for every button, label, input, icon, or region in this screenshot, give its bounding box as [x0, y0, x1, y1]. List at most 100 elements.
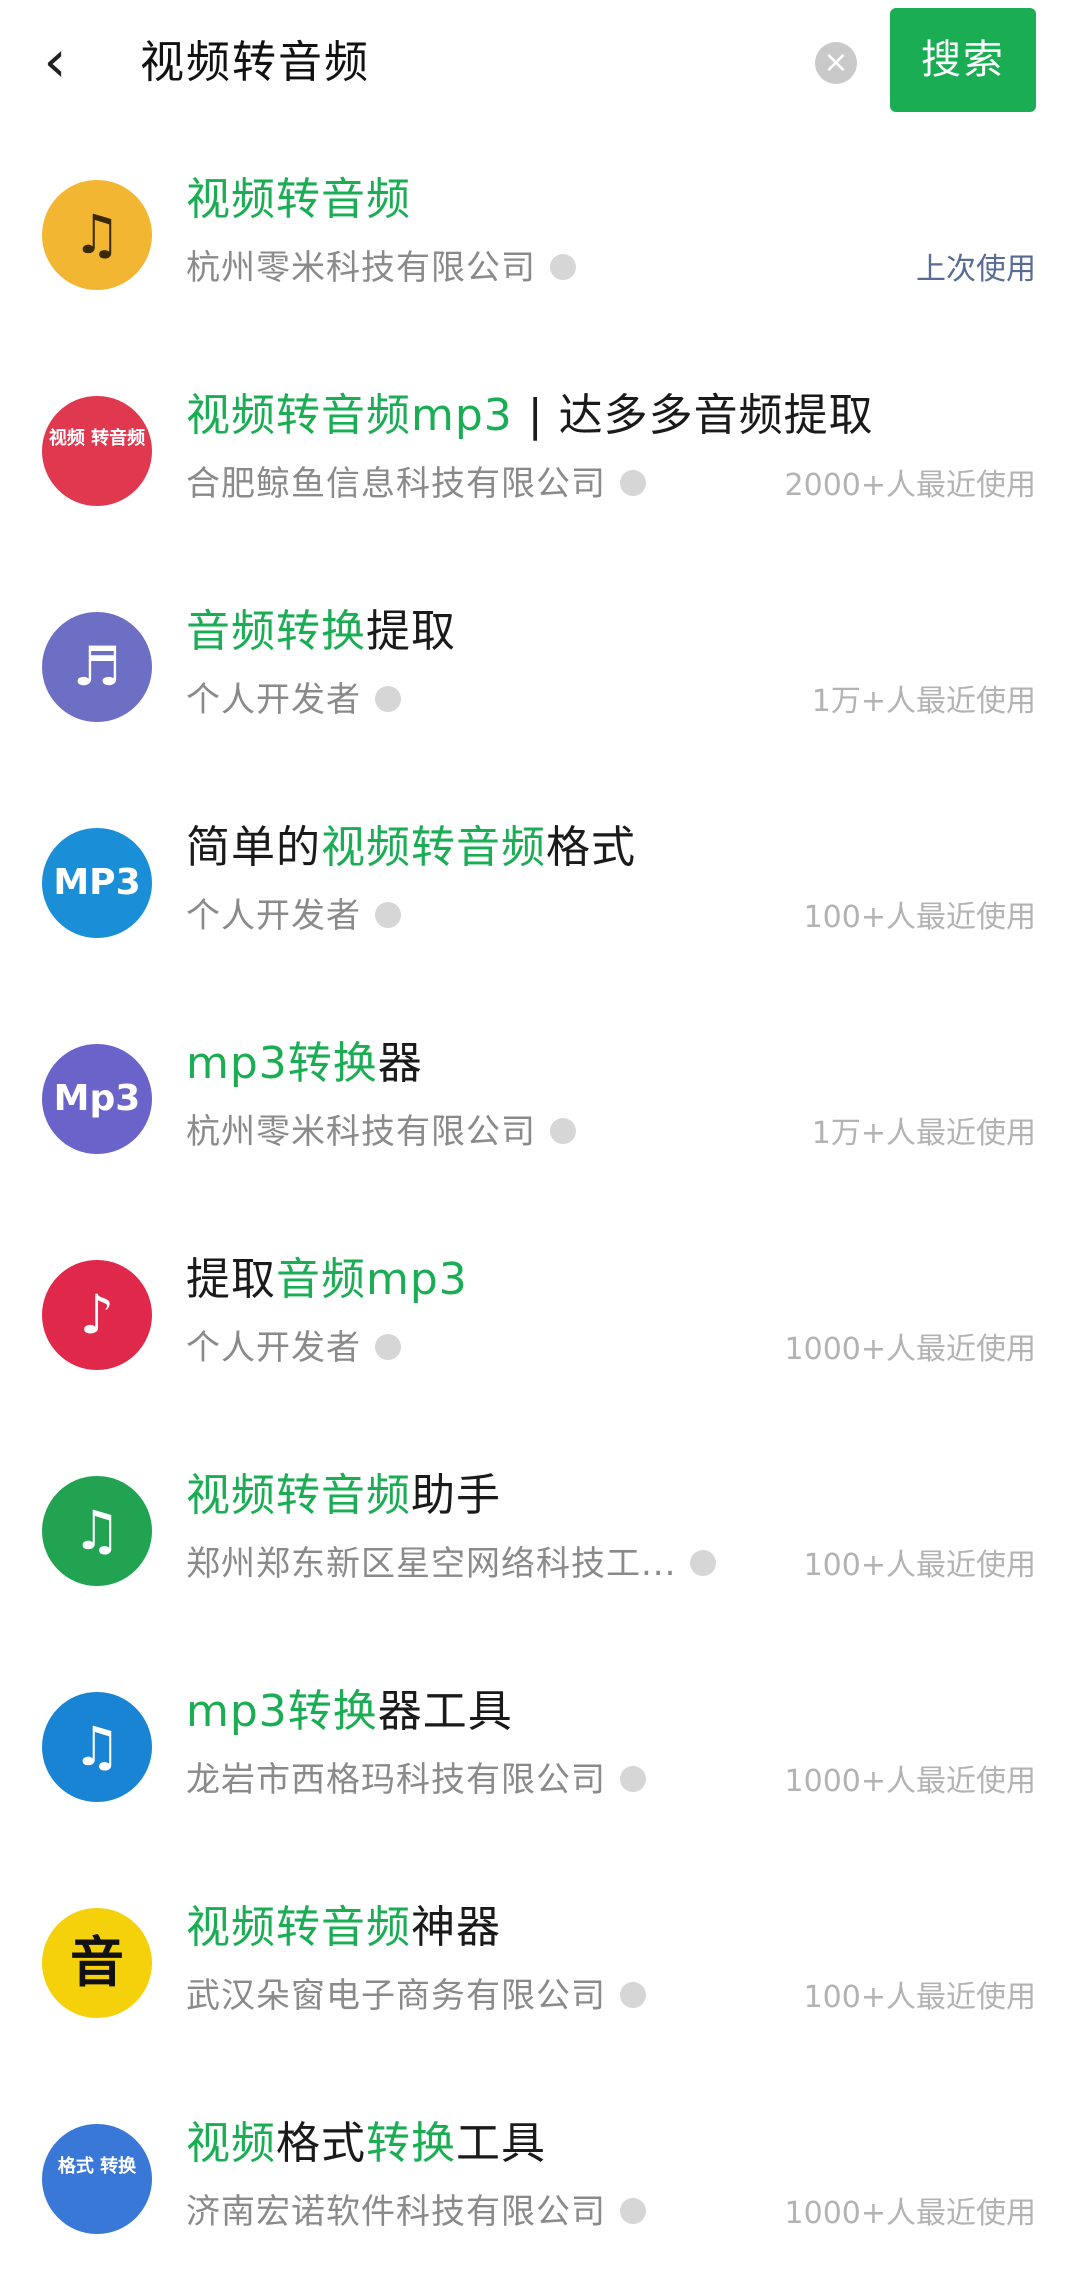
- list-item[interactable]: ♫ 视频转音频杭州零米科技有限公司 上次使用: [0, 124, 1080, 340]
- result-title: 视频转音频神器: [186, 1900, 501, 1956]
- result-title: 提取音频mp3: [186, 1252, 468, 1308]
- title-text: 格式: [546, 822, 636, 873]
- title-text: 助手: [411, 1470, 501, 1521]
- title-highlight: mp3: [186, 1686, 288, 1737]
- list-item[interactable]: ♫ mp3转换器工具龙岩市西格玛科技有限公司 1000+人最近使用: [0, 1636, 1080, 1852]
- usage-count: 100+人最近使用: [803, 900, 1036, 935]
- list-item[interactable]: MP3 简单的视频转音频格式 个人开发者 100+人最近使用: [0, 772, 1080, 988]
- developer-name: 个人开发者: [186, 1326, 401, 1370]
- usage-count: 1万+人最近使用: [811, 1116, 1036, 1151]
- usage-count: 1000+人最近使用: [784, 2196, 1036, 2231]
- title-highlight: 视频转音频: [186, 390, 411, 441]
- title-text: 简单的: [186, 822, 321, 873]
- developer-name: 龙岩市西格玛科技有限公司: [186, 1758, 646, 1802]
- developer-name: 济南宏诺软件科技有限公司: [186, 2190, 646, 2234]
- result-title: 音频转换提取: [186, 604, 456, 660]
- verified-icon: [375, 685, 401, 712]
- verified-icon: [620, 1981, 646, 2008]
- usage-count: 1000+人最近使用: [784, 1764, 1036, 1799]
- list-item[interactable]: ♬ 音频转换提取 个人开发者 1万+人最近使用: [0, 556, 1080, 772]
- company-label: 个人开发者: [186, 680, 361, 720]
- music-note-icon: ♬: [42, 612, 152, 722]
- title-highlight: 转换: [287, 1686, 378, 1737]
- result-title: 简单的视频转音频格式: [186, 820, 636, 876]
- title-text: 器工具: [377, 1686, 513, 1737]
- verified-icon: [375, 1333, 401, 1360]
- list-item[interactable]: 视频 转音频 视频转音频mp3 | 达多多音频提取合肥鲸鱼信息科技有限公司 2000…: [0, 340, 1080, 556]
- company-label: 合肥鲸鱼信息科技有限公司: [186, 464, 606, 504]
- company-label: 武汉朵窗电子商务有限公司: [186, 1976, 606, 2016]
- result-title: 视频转音频mp3 | 达多多音频提取: [186, 388, 874, 444]
- title-highlight: mp3: [186, 1038, 288, 1089]
- verified-icon: [690, 1549, 717, 1576]
- verified-icon: [550, 1117, 576, 1144]
- developer-name: 个人开发者: [186, 678, 401, 722]
- result-title: mp3转换器: [186, 1036, 423, 1092]
- title-text: | 达多多音频提取: [512, 390, 874, 441]
- title-highlight: 视频转音频: [321, 822, 546, 873]
- developer-name: 合肥鲸鱼信息科技有限公司: [186, 462, 646, 506]
- verified-icon: [550, 253, 576, 280]
- developer-name: 杭州零米科技有限公司: [186, 246, 576, 290]
- title-highlight: 视频转音频: [186, 1470, 411, 1521]
- developer-name: 杭州零米科技有限公司: [186, 1110, 576, 1154]
- icon-glyph: 格式 转换: [57, 2156, 137, 2177]
- results-list: ♫ 视频转音频 杭州零米科技有限公司 上次使用 视频 转音频 视频转音频mp3 | 达多多…: [0, 124, 1080, 2284]
- result-title: 视频转音频: [186, 172, 411, 228]
- list-item[interactable]: ♪ 提取音频mp3 个人开发者 1000+人最近使用: [0, 1204, 1080, 1420]
- usage-count: 2000+人最近使用: [784, 468, 1036, 503]
- title-highlight: 音频转换: [186, 606, 366, 657]
- icon-glyph: 视频 转音频: [48, 428, 146, 449]
- search-button[interactable]: 搜索: [890, 8, 1036, 112]
- app-logo-icon: 视频 转音频: [42, 396, 152, 506]
- music-note-icon: ♪: [42, 1260, 152, 1370]
- company-label: 杭州零米科技有限公司: [186, 1112, 536, 1152]
- music-disc-icon: ♫: [42, 1692, 152, 1802]
- verified-icon: [620, 1765, 646, 1792]
- usage-count: 1000+人最近使用: [784, 1332, 1036, 1367]
- back-arrow-icon[interactable]: ‹: [30, 28, 80, 94]
- list-item[interactable]: 格式 转换 视频格式转换工具济南宏诺软件科技有限公司 1000+人最近使用: [0, 2068, 1080, 2284]
- company-label: 个人开发者: [186, 1328, 361, 1368]
- icon-glyph: 音: [70, 1931, 124, 1994]
- icon-glyph: Mp3: [53, 1078, 141, 1119]
- title-text: 器: [377, 1038, 423, 1089]
- title-highlight: 转换: [287, 1038, 378, 1089]
- developer-name: 郑州郑东新区星空网络科技工...: [186, 1542, 717, 1586]
- usage-count: 100+人最近使用: [803, 1548, 1036, 1583]
- icon-glyph: ♫: [72, 203, 122, 266]
- verified-icon: [620, 2197, 646, 2224]
- company-label: 龙岩市西格玛科技有限公司: [186, 1760, 606, 1800]
- mp3-icon: Mp3: [42, 1044, 152, 1154]
- verified-icon: [375, 901, 401, 928]
- title-text: 格式: [276, 2118, 366, 2169]
- icon-glyph: ♪: [79, 1283, 115, 1346]
- list-item[interactable]: ♫ 视频转音频助手郑州郑东新区星空网络科技工... 100+人最近使用: [0, 1420, 1080, 1636]
- verified-icon: [620, 469, 646, 496]
- clear-search-icon[interactable]: ×: [815, 42, 857, 84]
- music-note-icon: ♫: [42, 180, 152, 290]
- title-text: 提取: [366, 606, 456, 657]
- result-title: mp3转换器工具: [186, 1684, 513, 1740]
- company-label: 郑州郑东新区星空网络科技工...: [186, 1544, 677, 1584]
- developer-name: 个人开发者: [186, 894, 401, 938]
- list-item[interactable]: Mp3 mp3转换器杭州零米科技有限公司 1万+人最近使用: [0, 988, 1080, 1204]
- app-logo-icon: 格式 转换: [42, 2124, 152, 2234]
- usage-count: 上次使用: [916, 252, 1036, 287]
- result-title: 视频格式转换工具: [186, 2116, 546, 2172]
- list-item[interactable]: 音 视频转音频神器武汉朵窗电子商务有限公司 100+人最近使用: [0, 1852, 1080, 2068]
- usage-count: 100+人最近使用: [803, 1980, 1036, 2015]
- company-label: 个人开发者: [186, 896, 361, 936]
- title-highlight: 视频转音频: [186, 174, 411, 225]
- search-header: ‹ 视频转音频 × 搜索: [0, 0, 1080, 124]
- usage-count: 1万+人最近使用: [811, 684, 1036, 719]
- title-text: 工具: [456, 2118, 546, 2169]
- title-highlight: 视频: [186, 2118, 276, 2169]
- company-label: 杭州零米科技有限公司: [186, 248, 536, 288]
- icon-glyph: ♫: [72, 1715, 122, 1778]
- title-text: 神器: [411, 1902, 501, 1953]
- icon-glyph: ♫: [72, 1499, 122, 1562]
- icon-glyph: ♬: [72, 635, 122, 698]
- search-input[interactable]: 视频转音频: [140, 30, 370, 96]
- title-highlight: mp3: [411, 390, 513, 441]
